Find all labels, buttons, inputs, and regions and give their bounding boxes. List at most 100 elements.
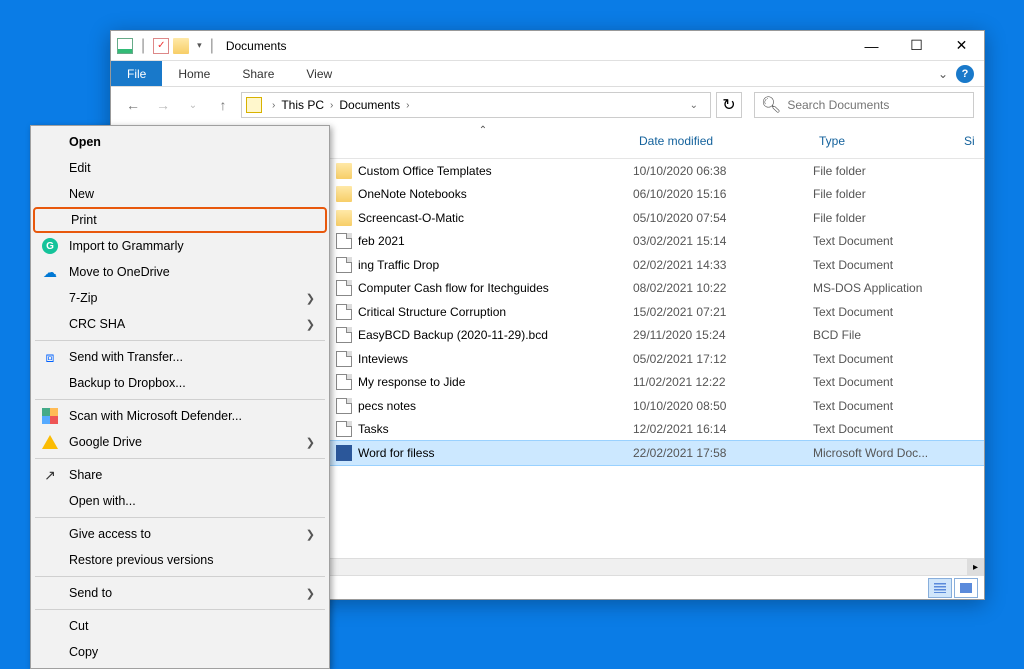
file-date: 22/02/2021 17:58 bbox=[633, 446, 726, 460]
submenu-arrow-icon: ❯ bbox=[306, 292, 315, 305]
address-bar[interactable]: › This PC › Documents › ⌄ bbox=[241, 92, 711, 118]
file-name: Tasks bbox=[358, 422, 389, 436]
menu-item-send-with-transfer[interactable]: ⧈Send with Transfer... bbox=[33, 344, 327, 370]
breadcrumb-item[interactable]: This PC bbox=[281, 98, 324, 112]
file-date: 11/02/2021 12:22 bbox=[633, 375, 726, 389]
scroll-right-icon[interactable]: ▸ bbox=[967, 559, 984, 576]
help-icon[interactable]: ? bbox=[956, 65, 974, 83]
file-name: My response to Jide bbox=[358, 375, 465, 389]
file-date: 03/02/2021 15:14 bbox=[633, 234, 726, 248]
file-icon bbox=[336, 374, 352, 390]
menu-item-cut[interactable]: Cut bbox=[33, 613, 327, 639]
menu-item-label: Restore previous versions bbox=[69, 553, 214, 567]
menu-item-label: Edit bbox=[69, 161, 91, 175]
recent-dropdown-icon[interactable]: ⌄ bbox=[181, 93, 205, 117]
file-date: 05/10/2020 07:54 bbox=[633, 211, 726, 225]
menu-item-open-with[interactable]: Open with... bbox=[33, 488, 327, 514]
address-dropdown-icon[interactable]: ⌄ bbox=[682, 100, 706, 111]
menu-item-label: Share bbox=[69, 468, 102, 482]
tab-file[interactable]: File bbox=[111, 61, 162, 86]
menu-item-print[interactable]: Print bbox=[33, 207, 327, 233]
col-date[interactable]: Date modified bbox=[631, 123, 806, 158]
file-type: File folder bbox=[813, 164, 866, 178]
qat-sep2: | bbox=[210, 37, 214, 55]
maximize-button[interactable]: ☐ bbox=[894, 31, 939, 61]
menu-item-label: Send to bbox=[69, 586, 112, 600]
search-input[interactable] bbox=[787, 98, 967, 112]
file-name: Critical Structure Corruption bbox=[358, 305, 506, 319]
up-button[interactable]: ↑ bbox=[211, 93, 235, 117]
bc-chevron-icon[interactable]: › bbox=[330, 100, 333, 111]
menu-item-restore-previous-versions[interactable]: Restore previous versions bbox=[33, 547, 327, 573]
menu-divider bbox=[35, 458, 325, 459]
tab-home[interactable]: Home bbox=[162, 61, 226, 86]
ribbon-collapse-icon[interactable]: ⌄ bbox=[930, 61, 956, 86]
details-view-button[interactable] bbox=[928, 578, 952, 598]
menu-item-open[interactable]: Open bbox=[33, 129, 327, 155]
menu-item-google-drive[interactable]: Google Drive❯ bbox=[33, 429, 327, 455]
menu-item-scan-with-microsoft-defender[interactable]: Scan with Microsoft Defender... bbox=[33, 403, 327, 429]
submenu-arrow-icon: ❯ bbox=[306, 587, 315, 600]
menu-item-backup-to-dropbox[interactable]: Backup to Dropbox... bbox=[33, 370, 327, 396]
col-name[interactable] bbox=[335, 123, 631, 158]
file-icon bbox=[336, 304, 352, 320]
file-type: Text Document bbox=[813, 352, 893, 366]
menu-item-edit[interactable]: Edit bbox=[33, 155, 327, 181]
file-name: feb 2021 bbox=[358, 234, 405, 248]
qat-sep: | bbox=[141, 37, 145, 55]
tab-view[interactable]: View bbox=[290, 61, 348, 86]
menu-divider bbox=[35, 399, 325, 400]
file-name: ing Traffic Drop bbox=[358, 258, 439, 272]
minimize-button[interactable]: — bbox=[849, 31, 894, 61]
menu-item-new[interactable]: New bbox=[33, 181, 327, 207]
refresh-button[interactable]: ↻ bbox=[716, 92, 742, 118]
menu-item-crc-sha[interactable]: CRC SHA❯ bbox=[33, 311, 327, 337]
menu-item-label: CRC SHA bbox=[69, 317, 125, 331]
col-size[interactable]: Si bbox=[956, 123, 975, 158]
file-type: Text Document bbox=[813, 258, 893, 272]
file-type: Microsoft Word Doc... bbox=[813, 446, 928, 460]
menu-item-label: 7-Zip bbox=[69, 291, 97, 305]
menu-item-copy[interactable]: Copy bbox=[33, 639, 327, 665]
menu-item-label: Open bbox=[69, 135, 101, 149]
col-type[interactable]: Type bbox=[811, 123, 951, 158]
close-button[interactable]: ✕ bbox=[939, 31, 984, 61]
file-date: 10/10/2020 08:50 bbox=[633, 399, 726, 413]
bc-chevron-icon[interactable]: › bbox=[406, 100, 409, 111]
menu-item-share[interactable]: ↗ Share bbox=[33, 462, 327, 488]
file-type: File folder bbox=[813, 211, 866, 225]
file-type: Text Document bbox=[813, 305, 893, 319]
properties-icon[interactable]: ✓ bbox=[153, 38, 169, 54]
onedrive-icon: ☁ bbox=[41, 263, 59, 281]
file-type: Text Document bbox=[813, 399, 893, 413]
menu-item-label: Give access to bbox=[69, 527, 151, 541]
file-type: Text Document bbox=[813, 234, 893, 248]
menu-item-label: Cut bbox=[69, 619, 88, 633]
folder-icon bbox=[336, 186, 352, 202]
location-icon bbox=[246, 97, 262, 113]
file-icon bbox=[336, 398, 352, 414]
word-icon bbox=[336, 445, 352, 461]
menu-item-label: Scan with Microsoft Defender... bbox=[69, 409, 242, 423]
menu-item-7-zip[interactable]: 7-Zip ❯ bbox=[33, 285, 327, 311]
forward-button[interactable]: → bbox=[151, 93, 175, 117]
back-button[interactable]: ← bbox=[121, 93, 145, 117]
thumbnails-view-button[interactable] bbox=[954, 578, 978, 598]
menu-item-give-access-to[interactable]: Give access to❯ bbox=[33, 521, 327, 547]
submenu-arrow-icon: ❯ bbox=[306, 436, 315, 449]
bc-chevron-icon[interactable]: › bbox=[272, 100, 275, 111]
search-box[interactable]: 🔍︎ bbox=[754, 92, 974, 118]
menu-item-move-to-onedrive[interactable]: ☁ Move to OneDrive bbox=[33, 259, 327, 285]
file-type: BCD File bbox=[813, 328, 861, 342]
file-name: EasyBCD Backup (2020-11-29).bcd bbox=[358, 328, 548, 342]
share-icon: ↗ bbox=[41, 466, 59, 484]
qat-dropdown-icon[interactable]: ▾ bbox=[197, 40, 202, 51]
menu-item-label: Move to OneDrive bbox=[69, 265, 170, 279]
menu-item-send-to[interactable]: Send to ❯ bbox=[33, 580, 327, 606]
breadcrumb-item[interactable]: Documents bbox=[339, 98, 400, 112]
menu-divider bbox=[35, 609, 325, 610]
menu-item-import-to-grammarly[interactable]: GImport to Grammarly bbox=[33, 233, 327, 259]
tab-share[interactable]: Share bbox=[226, 61, 290, 86]
folder-icon bbox=[336, 210, 352, 226]
file-icon bbox=[336, 280, 352, 296]
